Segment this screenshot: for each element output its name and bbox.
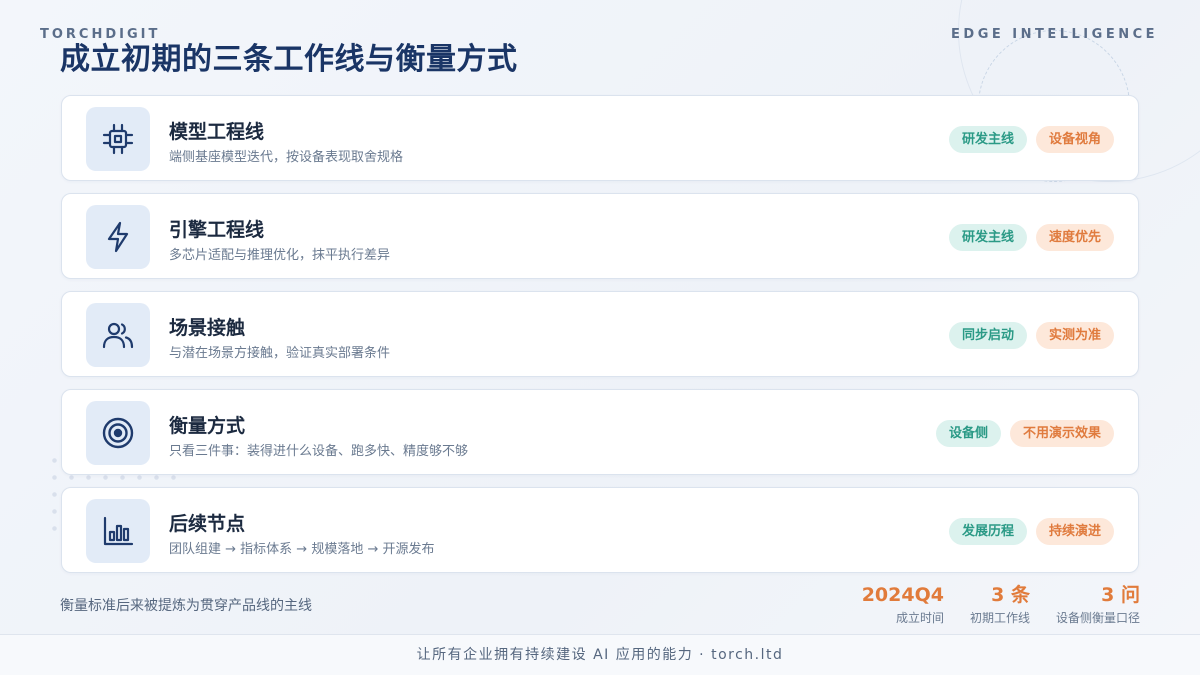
- card-subtitle: 只看三件事：装得进什么设备、跑多快、精度够不够: [169, 444, 469, 459]
- tag-secondary: 实测为准: [1035, 322, 1114, 349]
- workline-list: 模型工程线 端侧基座模型迭代，按设备表现取舍规格 研发主线 设备视角 引擎工程线…: [61, 95, 1139, 585]
- tag-secondary: 持续演进: [1035, 518, 1114, 545]
- card-subtitle: 多芯片适配与推理优化，抹平执行差异: [169, 248, 391, 263]
- tag-group: 研发主线 设备视角: [948, 126, 1114, 153]
- tag-group: 同步启动 实测为准: [948, 322, 1114, 349]
- workline-card-scenario: 场景接触 与潜在场景方接触，验证真实部署条件 同步启动 实测为准: [61, 291, 1139, 377]
- lightning-icon: [86, 205, 150, 269]
- stat-label: 成立时间: [895, 611, 944, 625]
- tag-secondary: 速度优先: [1035, 224, 1114, 251]
- tag-secondary: 设备视角: [1035, 126, 1114, 153]
- tag-group: 研发主线 速度优先: [948, 224, 1114, 251]
- card-title: 场景接触: [169, 317, 246, 339]
- tag-secondary: 不用演示效果: [1009, 420, 1114, 447]
- workline-card-measurement: 衡量方式 只看三件事：装得进什么设备、跑多快、精度够不够 设备侧 不用演示效果: [61, 389, 1139, 475]
- bottom-slogan: 让所有企业拥有持续建设 AI 应用的能力 · torch.ltd: [416, 647, 784, 663]
- stat-founded: 2024Q4 成立时间: [862, 584, 944, 626]
- workline-card-model: 模型工程线 端侧基座模型迭代，按设备表现取舍规格 研发主线 设备视角: [61, 95, 1139, 181]
- stat-value: 3 问: [1101, 584, 1140, 606]
- card-title: 引擎工程线: [169, 219, 265, 241]
- workline-card-engine: 引擎工程线 多芯片适配与推理优化，抹平执行差异 研发主线 速度优先: [61, 193, 1139, 279]
- tag-primary: 研发主线: [948, 224, 1027, 251]
- stat-value: 3 条: [991, 584, 1030, 606]
- bottom-slogan-bar: 让所有企业拥有持续建设 AI 应用的能力 · torch.ltd: [0, 634, 1200, 675]
- stat-label: 初期工作线: [969, 611, 1030, 625]
- tag-group: 发展历程 持续演进: [948, 518, 1114, 545]
- target-icon: [86, 401, 150, 465]
- tag-primary: 发展历程: [948, 518, 1027, 545]
- chip-icon: [86, 107, 150, 171]
- tag-primary: 研发主线: [948, 126, 1027, 153]
- stat-questions: 3 问 设备侧衡量口径: [1056, 584, 1140, 626]
- card-subtitle: 与潜在场景方接触，验证真实部署条件: [169, 346, 391, 361]
- stat-worklines: 3 条 初期工作线: [970, 584, 1030, 626]
- card-title: 模型工程线: [169, 121, 265, 143]
- tag-primary: 设备侧: [935, 420, 1001, 447]
- users-icon: [86, 303, 150, 367]
- stat-value: 2024Q4: [861, 584, 944, 606]
- page-title: 成立初期的三条工作线与衡量方式: [60, 42, 518, 77]
- card-title: 衡量方式: [169, 415, 246, 437]
- bar-chart-icon: [86, 499, 150, 563]
- card-subtitle: 端侧基座模型迭代，按设备表现取舍规格: [169, 150, 404, 165]
- tag-primary: 同步启动: [948, 322, 1027, 349]
- workline-card-milestones: 后续节点 团队组建 → 指标体系 → 规模落地 → 开源发布 发展历程 持续演进: [61, 487, 1139, 573]
- stats-group: 2024Q4 成立时间 3 条 初期工作线 3 问 设备侧衡量口径: [862, 584, 1140, 626]
- footer-note: 衡量标准后来被提炼为贯穿产品线的主线: [60, 598, 312, 614]
- stat-label: 设备侧衡量口径: [1055, 611, 1140, 625]
- card-title: 后续节点: [169, 513, 246, 535]
- tag-group: 设备侧 不用演示效果: [935, 420, 1114, 447]
- card-subtitle: 团队组建 → 指标体系 → 规模落地 → 开源发布: [169, 542, 435, 557]
- brand-tagline: EDGE INTELLIGENCE: [951, 27, 1158, 42]
